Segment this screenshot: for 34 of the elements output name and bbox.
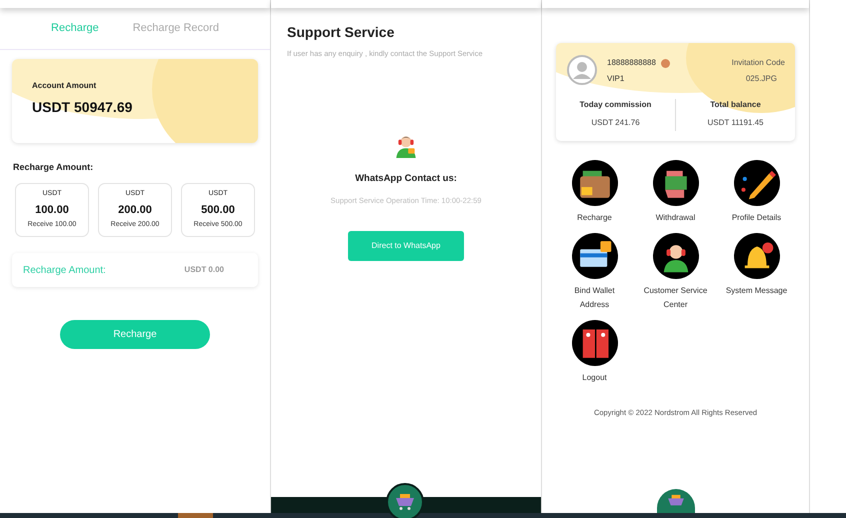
menu-item[interactable]: Recharge (554, 160, 635, 225)
menu-item[interactable]: Bind Wallet Address (554, 233, 635, 312)
card-icon (572, 233, 618, 279)
invitation-label: Invitation Code (732, 57, 785, 69)
menu-item[interactable]: Customer Service Center (635, 233, 716, 312)
invitation-code: 025.JPG (746, 73, 777, 85)
cart-icon (395, 493, 415, 511)
medal-icon (660, 58, 670, 68)
vip-level: VIP1 (607, 73, 626, 85)
door-icon (572, 320, 618, 366)
wallet-icon (572, 160, 618, 206)
stat-label: Total balance (710, 99, 761, 111)
avatar-icon (567, 55, 597, 85)
agent-icon (652, 233, 698, 279)
amount-field-label: Recharge Amount: (23, 264, 106, 278)
section-title: Recharge Amount: (13, 160, 94, 174)
cart-icon (666, 494, 684, 508)
phone-number: 18888888888 (607, 57, 656, 69)
pencil-icon (734, 160, 780, 206)
cart-nav-button[interactable] (386, 483, 424, 518)
support-title: Support Service (287, 23, 394, 42)
amount-field-value: USDT 0.00 (184, 264, 224, 276)
account-amount: USDT 50947.69 (32, 98, 132, 116)
menu-item[interactable]: Withdrawal (635, 160, 716, 225)
whatsapp-heading: WhatsApp Contact us: (355, 172, 457, 186)
menu-item[interactable]: Profile Details (716, 160, 797, 225)
cash-icon (652, 160, 698, 206)
stat-value: USDT 11191.45 (707, 117, 764, 129)
bell-icon (734, 233, 780, 279)
account-label: Account Amount (32, 80, 96, 92)
stat-label: Today commission (580, 99, 652, 111)
stat-value: USDT 241.76 (591, 117, 640, 129)
menu-item[interactable]: Logout (554, 320, 635, 385)
menu-item[interactable]: System Message (716, 233, 797, 312)
